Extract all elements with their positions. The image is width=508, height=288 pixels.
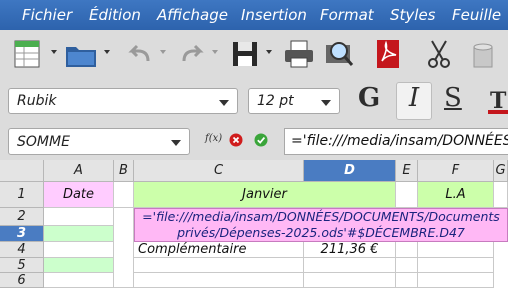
redo-icon[interactable] bbox=[178, 37, 206, 71]
save-icon[interactable] bbox=[230, 37, 260, 71]
cell-edit-overlay[interactable]: ='file:///media/insam/DONNÉES/DOCUMENTS/… bbox=[134, 208, 508, 242]
select-all-corner[interactable] bbox=[0, 160, 44, 182]
cell-a6[interactable] bbox=[44, 273, 114, 288]
italic-button[interactable]: I bbox=[396, 82, 432, 120]
clone-formatting-icon[interactable] bbox=[466, 37, 498, 71]
open-folder-icon[interactable] bbox=[64, 37, 98, 71]
column-header-d[interactable]: D bbox=[304, 160, 396, 182]
font-size-combo[interactable]: 12 pt bbox=[248, 88, 340, 114]
underline-button[interactable]: S bbox=[444, 83, 462, 113]
cell-e1[interactable] bbox=[396, 182, 418, 208]
menu-edition[interactable]: Édition bbox=[89, 6, 141, 24]
menu-feuille[interactable]: Feuille bbox=[452, 6, 501, 24]
row-header-3[interactable]: 3 bbox=[0, 226, 44, 242]
cell-f6[interactable] bbox=[418, 273, 494, 288]
row-header-6[interactable]: 6 bbox=[0, 273, 44, 288]
accept-icon[interactable] bbox=[254, 133, 268, 147]
column-header-e[interactable]: E bbox=[396, 160, 418, 182]
formula-bar: SOMME f(x) ='file:///media/insam/DONNÉES… bbox=[0, 122, 508, 160]
menu-fichier[interactable]: Fichier bbox=[22, 6, 72, 24]
print-icon[interactable] bbox=[282, 37, 316, 71]
cell-a3[interactable] bbox=[44, 226, 114, 242]
cell-b1[interactable] bbox=[114, 182, 134, 208]
cell-a2[interactable] bbox=[44, 208, 114, 226]
cell-c6[interactable] bbox=[134, 273, 304, 288]
chevron-down-icon[interactable] bbox=[171, 140, 181, 146]
export-pdf-icon[interactable] bbox=[372, 37, 404, 71]
redo-dropdown-icon[interactable] bbox=[212, 50, 218, 54]
row-header-2[interactable]: 2 bbox=[0, 208, 44, 226]
chevron-down-icon[interactable] bbox=[219, 100, 229, 106]
cell-c4[interactable]: Complémentaire bbox=[134, 242, 304, 258]
row-header-1[interactable]: 1 bbox=[0, 182, 44, 208]
standard-toolbar bbox=[0, 30, 508, 80]
cell-e6[interactable] bbox=[396, 273, 418, 288]
save-dropdown-icon[interactable] bbox=[266, 50, 272, 54]
menu-affichage[interactable]: Affichage bbox=[157, 6, 228, 24]
cell-f4[interactable] bbox=[418, 242, 494, 258]
function-wizard-icon[interactable]: f(x) bbox=[205, 133, 222, 144]
column-header-a[interactable]: A bbox=[44, 160, 114, 182]
new-spreadsheet-icon[interactable] bbox=[12, 37, 44, 71]
print-preview-icon[interactable] bbox=[322, 37, 356, 71]
cancel-icon[interactable] bbox=[229, 133, 243, 147]
column-header-b[interactable]: B bbox=[114, 160, 134, 182]
menu-bar: Fichier Édition Affichage Insertion Form… bbox=[0, 0, 508, 30]
cell-d6[interactable] bbox=[304, 273, 396, 288]
font-color-icon[interactable]: T bbox=[488, 88, 508, 116]
cell-a5[interactable] bbox=[44, 258, 114, 273]
cell-d4[interactable]: 211,36 € bbox=[304, 242, 396, 258]
name-box[interactable]: SOMME bbox=[8, 128, 190, 155]
formatting-toolbar: Rubik 12 pt G I S T bbox=[0, 80, 508, 122]
font-name-value: Rubik bbox=[17, 93, 57, 109]
column-header-f[interactable]: F bbox=[418, 160, 494, 182]
cell-c5[interactable] bbox=[134, 258, 304, 273]
new-dropdown-icon[interactable] bbox=[51, 50, 57, 54]
column-b-cells[interactable] bbox=[114, 208, 134, 288]
open-dropdown-icon[interactable] bbox=[104, 50, 110, 54]
cell-f5[interactable] bbox=[418, 258, 494, 273]
cell-f1[interactable]: L.A bbox=[418, 182, 494, 208]
menu-format[interactable]: Format bbox=[320, 6, 374, 24]
cell-d5[interactable] bbox=[304, 258, 396, 273]
edit-line-2: privés/Dépenses-2025.ods'#$DÉCEMBRE.D47 bbox=[177, 225, 465, 240]
column-header-c[interactable]: C bbox=[134, 160, 304, 182]
cell-e4[interactable] bbox=[396, 242, 418, 258]
cell-a4[interactable] bbox=[44, 242, 114, 258]
row-header-4[interactable]: 4 bbox=[0, 242, 44, 258]
edit-line-1: ='file:///media/insam/DONNÉES/DOCUMENTS/… bbox=[142, 209, 500, 224]
font-size-value: 12 pt bbox=[257, 93, 294, 109]
cell-c1-merged[interactable]: Janvier bbox=[134, 182, 396, 208]
name-box-value: SOMME bbox=[17, 134, 70, 150]
cell-g1[interactable] bbox=[494, 182, 508, 208]
cell-a1[interactable]: Date bbox=[44, 182, 114, 208]
spreadsheet-grid: A B C D E F G 1 2 3 4 5 6 Date Janvier L… bbox=[0, 160, 508, 288]
column-header-g[interactable]: G bbox=[494, 160, 508, 182]
cell-e5[interactable] bbox=[396, 258, 418, 273]
menu-insertion[interactable]: Insertion bbox=[241, 6, 307, 24]
chevron-down-icon[interactable] bbox=[321, 100, 331, 106]
font-name-combo[interactable]: Rubik bbox=[8, 88, 238, 114]
row-header-5[interactable]: 5 bbox=[0, 258, 44, 273]
cut-icon[interactable] bbox=[424, 37, 454, 71]
bold-button[interactable]: G bbox=[358, 83, 380, 113]
formula-input[interactable]: ='file:///media/insam/DONNÉES/DOCUMENTS/… bbox=[284, 128, 508, 155]
menu-styles[interactable]: Styles bbox=[390, 6, 436, 24]
undo-dropdown-icon[interactable] bbox=[160, 50, 166, 54]
undo-icon[interactable] bbox=[126, 37, 154, 71]
